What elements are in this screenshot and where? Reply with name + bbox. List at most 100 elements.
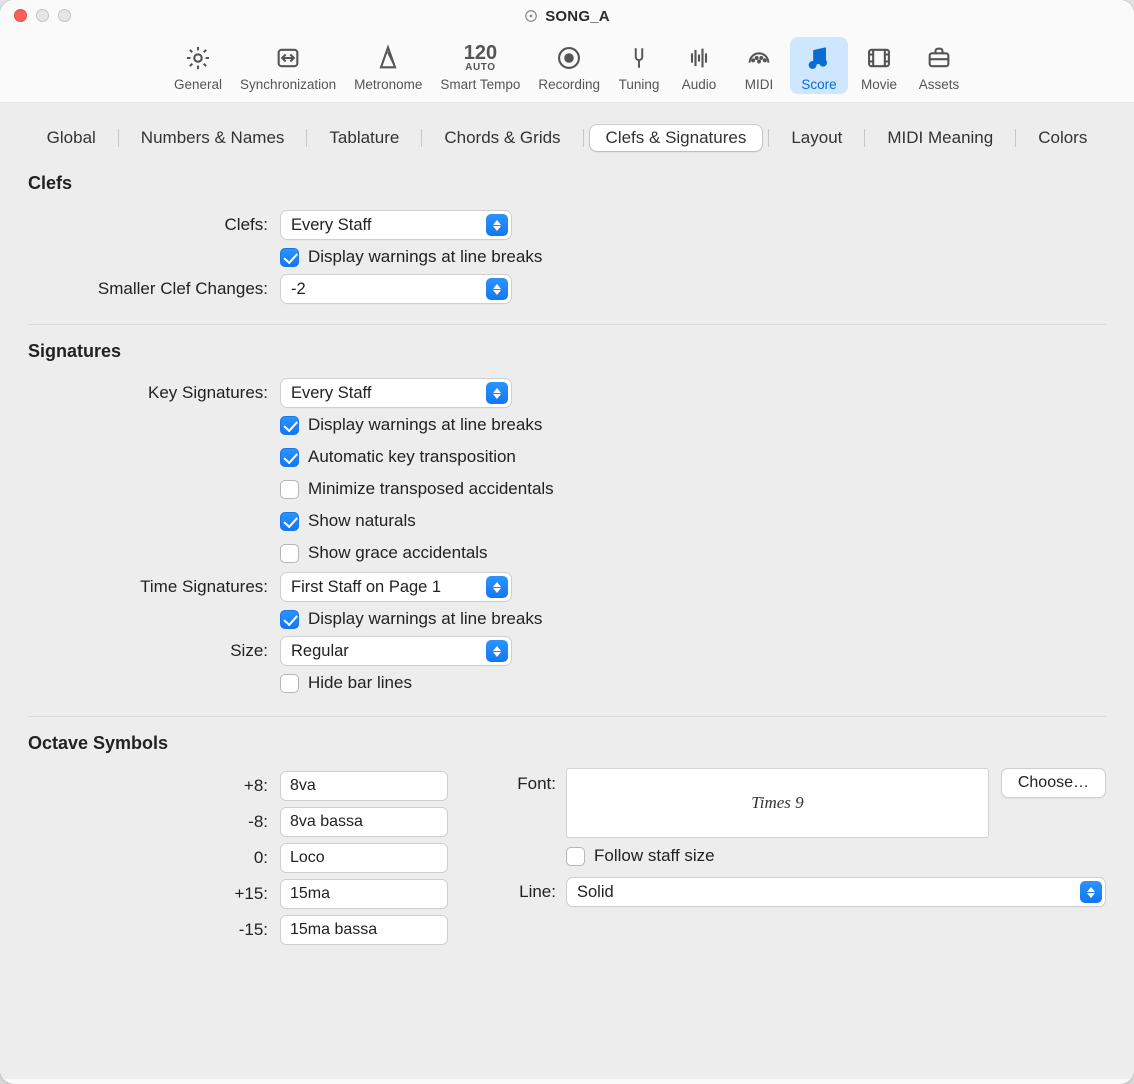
tab-divider <box>1015 129 1016 147</box>
toolbar: General Synchronization Metronome 120 AU… <box>0 32 1134 103</box>
minus15-label: -15: <box>28 920 270 940</box>
time-warn-checkbox[interactable]: Display warnings at line breaks <box>280 604 1106 634</box>
checkbox-label: Display warnings at line breaks <box>308 609 542 629</box>
smaller-clef-popup[interactable]: -2 <box>280 274 512 304</box>
clefs-label: Clefs: <box>28 215 270 235</box>
close-window-button[interactable] <box>14 9 27 22</box>
checkbox-icon <box>280 416 299 435</box>
checkbox-label: Show naturals <box>308 511 416 531</box>
chevron-updown-icon <box>486 382 508 404</box>
chevron-updown-icon <box>486 576 508 598</box>
minus8-field[interactable]: 8va bassa <box>280 807 448 837</box>
divider <box>28 324 1106 325</box>
tab-colors[interactable]: Colors <box>1022 125 1103 151</box>
tool-label: Assets <box>919 77 960 92</box>
size-label: Size: <box>28 641 270 661</box>
checkbox-label: Hide bar lines <box>308 673 412 693</box>
minus15-field[interactable]: 15ma bassa <box>280 915 448 945</box>
key-warn-checkbox[interactable]: Display warnings at line breaks <box>280 410 1106 440</box>
tab-clefs-signatures[interactable]: Clefs & Signatures <box>590 125 763 151</box>
gear-icon <box>177 41 219 75</box>
checkbox-icon <box>566 847 585 866</box>
tab-global[interactable]: Global <box>31 125 112 151</box>
tool-metronome[interactable]: Metronome <box>346 37 430 94</box>
tool-movie[interactable]: Movie <box>850 37 908 94</box>
time-sig-value: First Staff on Page 1 <box>291 578 441 597</box>
chevron-updown-icon <box>1080 881 1102 903</box>
zero-field[interactable]: Loco <box>280 843 448 873</box>
tool-synchronization[interactable]: Synchronization <box>232 37 344 94</box>
tab-tablature[interactable]: Tablature <box>313 125 415 151</box>
tool-assets[interactable]: Assets <box>910 37 968 94</box>
tool-label: Tuning <box>619 77 660 92</box>
key-sig-popup[interactable]: Every Staff <box>280 378 512 408</box>
hide-bar-lines-checkbox[interactable]: Hide bar lines <box>280 668 1106 698</box>
time-sig-popup[interactable]: First Staff on Page 1 <box>280 572 512 602</box>
tab-chords-grids[interactable]: Chords & Grids <box>428 125 576 151</box>
checkbox-icon <box>280 674 299 693</box>
tool-label: General <box>174 77 222 92</box>
tool-recording[interactable]: Recording <box>530 37 608 94</box>
tool-audio[interactable]: Audio <box>670 37 728 94</box>
window-title-text: SONG_A <box>545 8 610 25</box>
tab-numbers-names[interactable]: Numbers & Names <box>125 125 301 151</box>
section-title-signatures: Signatures <box>28 341 1106 362</box>
tab-divider <box>118 129 119 147</box>
chevron-updown-icon <box>486 278 508 300</box>
font-preview-text: Times 9 <box>751 793 803 813</box>
smart-tempo-top: 120 <box>464 43 497 63</box>
plus15-label: +15: <box>28 884 270 904</box>
minus8-label: -8: <box>28 812 270 832</box>
tool-smart-tempo[interactable]: 120 AUTO Smart Tempo <box>432 37 528 94</box>
window-controls <box>14 9 71 22</box>
tab-divider <box>421 129 422 147</box>
size-popup[interactable]: Regular <box>280 636 512 666</box>
tool-general[interactable]: General <box>166 37 230 94</box>
tab-divider <box>768 129 769 147</box>
titlebar: SONG_A <box>0 0 1134 32</box>
follow-staff-size-checkbox[interactable]: Follow staff size <box>566 841 1106 871</box>
font-label: Font: <box>498 768 556 794</box>
score-icon <box>798 41 840 75</box>
smaller-clef-label: Smaller Clef Changes: <box>28 279 270 299</box>
tab-divider <box>864 129 865 147</box>
checkbox-label: Automatic key transposition <box>308 447 516 467</box>
tool-tuning[interactable]: Tuning <box>610 37 668 94</box>
midi-icon <box>738 41 780 75</box>
tab-midi-meaning[interactable]: MIDI Meaning <box>871 125 1009 151</box>
tool-label: Recording <box>538 77 600 92</box>
line-popup[interactable]: Solid <box>566 877 1106 907</box>
size-value: Regular <box>291 642 349 661</box>
clefs-warn-checkbox[interactable]: Display warnings at line breaks <box>280 242 1106 272</box>
tool-midi[interactable]: MIDI <box>730 37 788 94</box>
tab-layout[interactable]: Layout <box>775 125 858 151</box>
checkbox-icon <box>280 610 299 629</box>
plus8-field[interactable]: 8va <box>280 771 448 801</box>
zero-label: 0: <box>28 848 270 868</box>
tuning-fork-icon <box>618 41 660 75</box>
checkbox-label: Display warnings at line breaks <box>308 415 542 435</box>
tool-score[interactable]: Score <box>790 37 848 94</box>
minimize-window-button[interactable] <box>36 9 49 22</box>
record-icon <box>548 41 590 75</box>
clefs-popup[interactable]: Every Staff <box>280 210 512 240</box>
tool-label: Score <box>801 77 836 92</box>
checkbox-icon <box>280 448 299 467</box>
tool-label: Audio <box>682 77 717 92</box>
show-grace-accidentals-checkbox[interactable]: Show grace accidentals <box>280 538 1106 568</box>
minimize-accidentals-checkbox[interactable]: Minimize transposed accidentals <box>280 474 1106 504</box>
checkbox-icon <box>280 248 299 267</box>
auto-key-transposition-checkbox[interactable]: Automatic key transposition <box>280 442 1106 472</box>
tool-label: MIDI <box>745 77 774 92</box>
tool-label: Synchronization <box>240 77 336 92</box>
section-title-octave: Octave Symbols <box>28 733 1106 754</box>
zoom-window-button[interactable] <box>58 9 71 22</box>
smaller-clef-value: -2 <box>291 280 306 299</box>
waveform-icon <box>678 41 720 75</box>
plus15-field[interactable]: 15ma <box>280 879 448 909</box>
show-naturals-checkbox[interactable]: Show naturals <box>280 506 1106 536</box>
clefs-popup-value: Every Staff <box>291 216 371 235</box>
preferences-window: SONG_A General Synchronization Metronome… <box>0 0 1134 1084</box>
choose-font-button[interactable]: Choose… <box>1001 768 1106 798</box>
briefcase-icon <box>918 41 960 75</box>
